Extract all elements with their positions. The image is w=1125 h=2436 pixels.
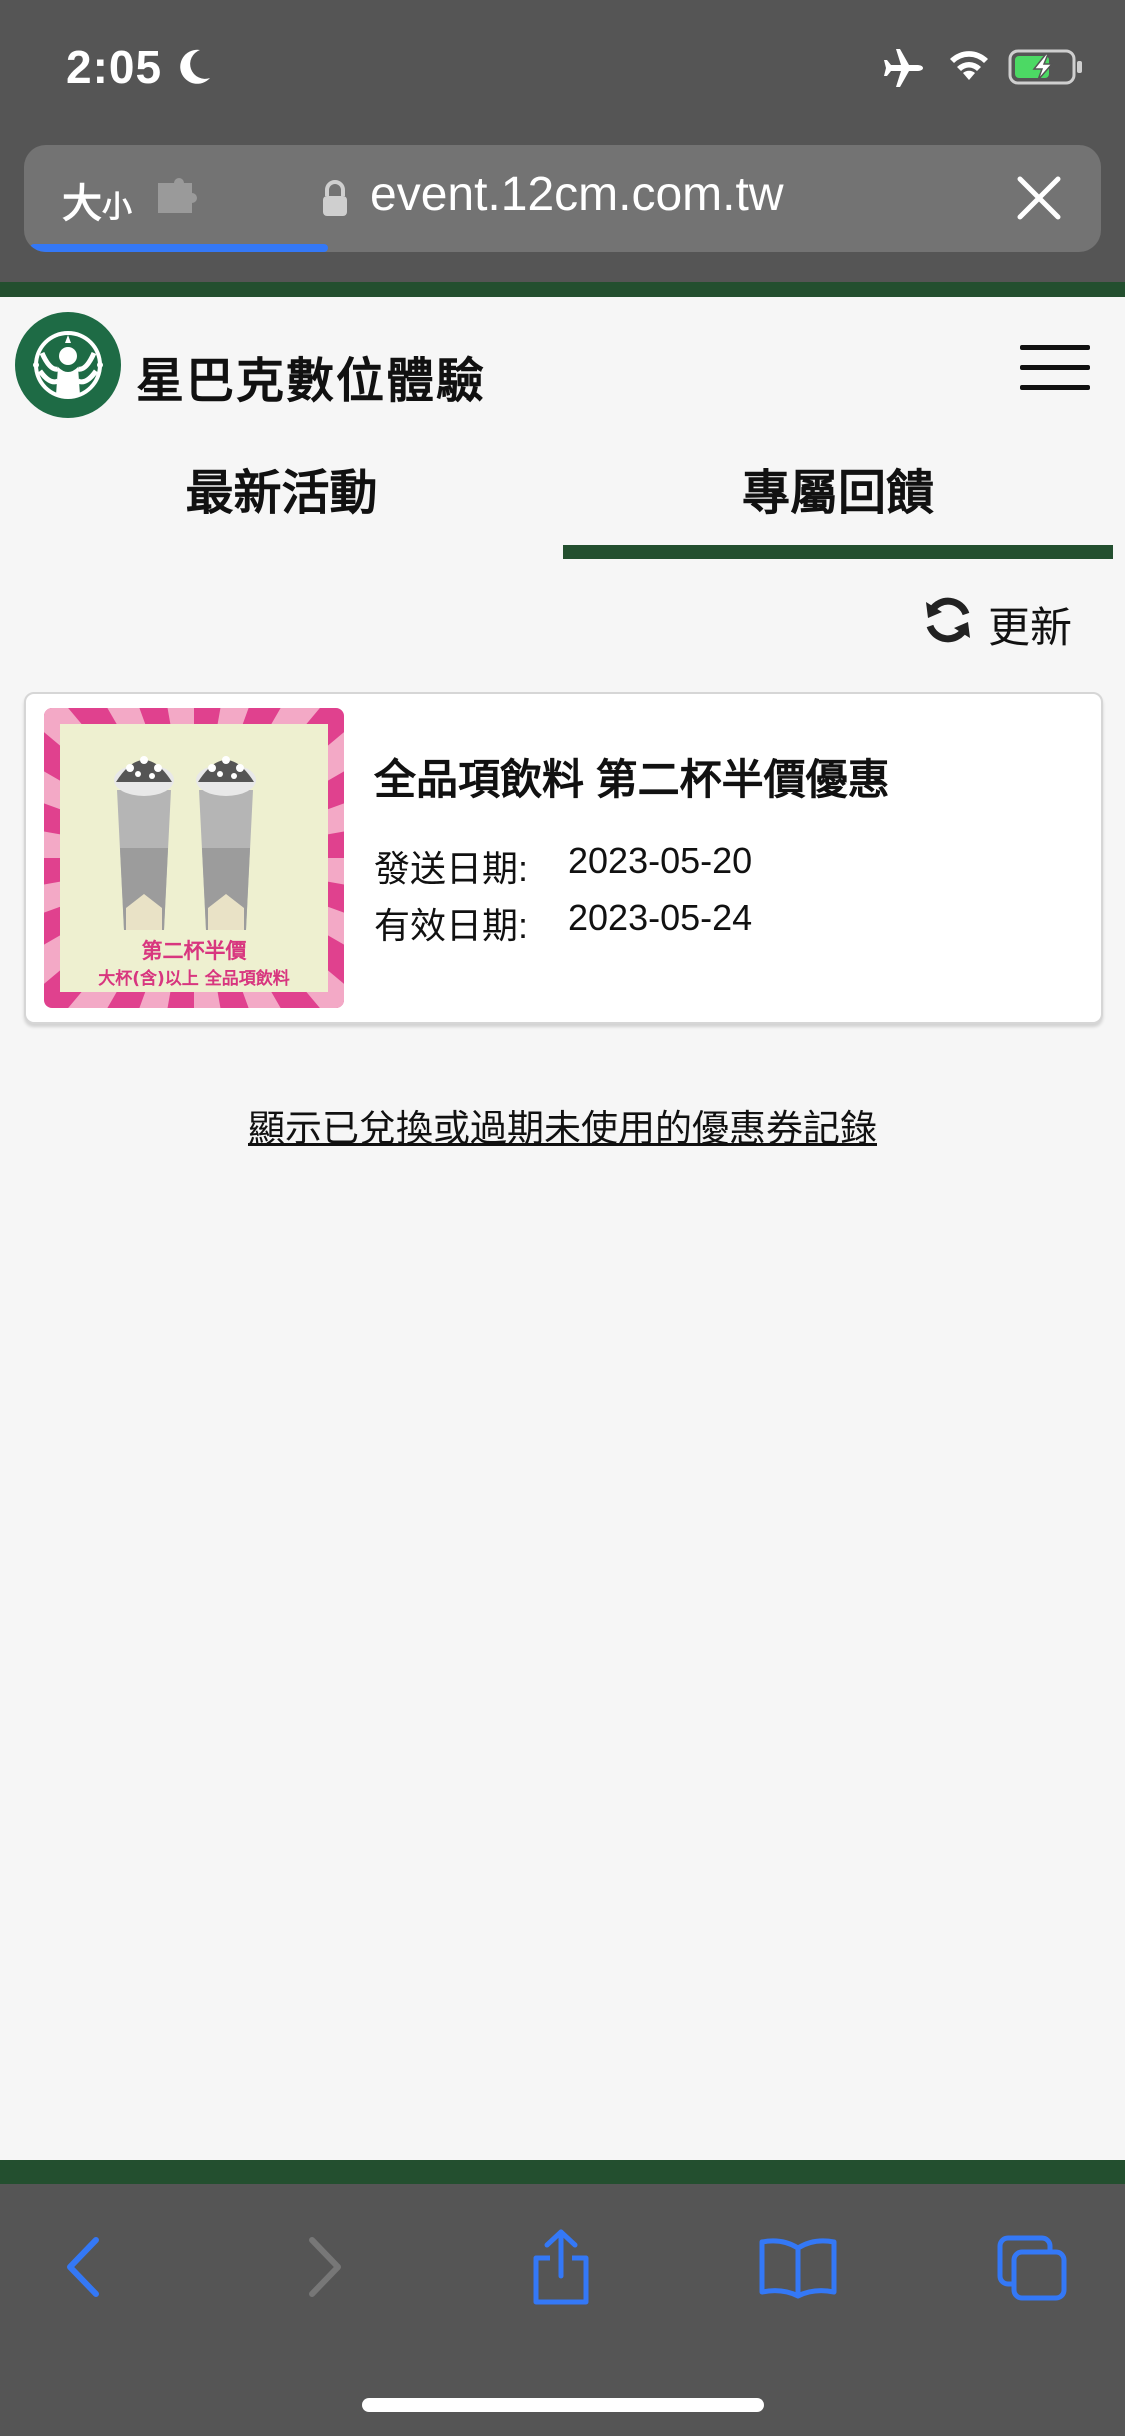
coupon-title: 全品項飲料 第二杯半價優惠: [374, 756, 890, 803]
battery-charging-icon: [1008, 49, 1082, 85]
browser-toolbar: [0, 2184, 1125, 2436]
extension-icon[interactable]: [154, 177, 206, 217]
tabs-icon[interactable]: [996, 2234, 1070, 2304]
back-icon[interactable]: [60, 2234, 108, 2300]
frappuccino-cup-left: [114, 756, 174, 930]
close-icon[interactable]: [1014, 173, 1064, 223]
starbucks-logo[interactable]: [14, 311, 122, 419]
tab-exclusive-rewards[interactable]: 專屬回饋: [563, 447, 1113, 559]
valid-date-label: 有效日期:: [374, 905, 529, 946]
tab-latest-events[interactable]: 最新活動: [0, 447, 563, 559]
status-time: 2:05: [66, 41, 163, 93]
coupon-artwork: 第二杯半價 大杯(含)以上 全品項飲料: [44, 708, 344, 1008]
coupon-history-link[interactable]: 顯示已兌換或過期未使用的優惠券記錄: [0, 1098, 1125, 1152]
page-bottom-band: [0, 2160, 1125, 2184]
text-size-button[interactable]: 大小: [62, 171, 132, 229]
bookmarks-icon[interactable]: [758, 2236, 838, 2300]
send-date-value: 2023-05-20: [568, 840, 753, 881]
moon-icon: [180, 49, 210, 84]
share-icon[interactable]: [528, 2228, 594, 2306]
coupon-image: 第二杯半價 大杯(含)以上 全品項飲料: [44, 708, 344, 1008]
airplane-icon: [884, 49, 923, 87]
valid-date-value: 2023-05-24: [568, 897, 753, 938]
frappuccino-cup-right: [196, 756, 256, 930]
home-indicator: [362, 2398, 764, 2412]
coupon-image-subtext: 大杯(含)以上 全品項飲料: [98, 968, 289, 989]
browser-top-chrome: 2:05 大小 event.12cm.com.tw: [0, 0, 1125, 282]
page-top-band: [0, 282, 1125, 297]
forward-icon[interactable]: [300, 2234, 348, 2300]
url-text: event.12cm.com.tw: [370, 168, 784, 221]
send-date-label: 發送日期:: [374, 848, 529, 889]
refresh-icon: [926, 597, 970, 643]
page-load-progress: [30, 244, 328, 252]
site-title: 星巴克數位體驗: [136, 355, 487, 408]
coupon-card[interactable]: 第二杯半價 大杯(含)以上 全品項飲料 全品項飲料 第二杯半價優惠 發送日期: …: [24, 692, 1103, 1024]
menu-icon[interactable]: [1020, 345, 1090, 391]
active-tab-indicator: [563, 545, 1113, 559]
wifi-icon: [950, 51, 988, 80]
refresh-label: 更新: [988, 604, 1073, 651]
site-header: 星巴克數位體驗: [0, 297, 1125, 447]
address-bar[interactable]: 大小 event.12cm.com.tw: [24, 145, 1101, 252]
lock-icon: [323, 180, 347, 216]
coupon-image-headline: 第二杯半價: [142, 939, 248, 963]
